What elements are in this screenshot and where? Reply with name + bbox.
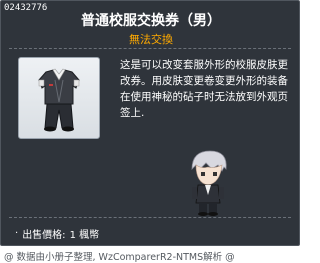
price-value: 1 楓幣 <box>69 230 100 241</box>
divider-bottom <box>9 217 291 218</box>
item-icon-frame <box>18 57 100 139</box>
item-name: 普通校服交换券（男） <box>81 13 221 29</box>
item-tooltip: 02432776 普通校服交换券（男） 無法交換 这是可以改变套服外形的校服皮肤… <box>0 0 300 246</box>
footer-credit: @ 数据由小册子整理, WzComparerR2-NTMS解析 @ <box>4 252 235 263</box>
item-description: 这是可以改变套服外形的校服皮肤更改券。用皮肤变更卷变更外形的装备在使用神秘的砧子… <box>120 59 288 119</box>
divider-top <box>9 48 291 49</box>
school-uniform-icon <box>38 68 80 132</box>
bullet-icon: · <box>15 228 19 239</box>
character-preview <box>178 147 238 217</box>
price-row: · 出售價格: 1 楓幣 <box>15 226 99 241</box>
price-label: 出售價格: <box>22 230 66 241</box>
trade-status: 無法交換 <box>129 33 173 46</box>
